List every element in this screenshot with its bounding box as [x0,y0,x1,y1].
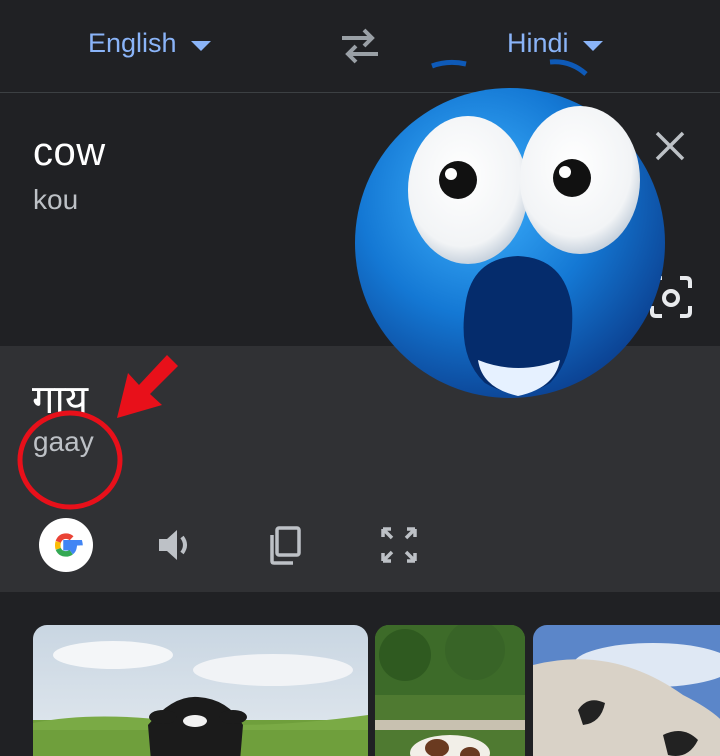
image-results [0,593,720,756]
chevron-down-icon [190,40,211,51]
fullscreen-button[interactable] [372,518,426,572]
source-language-selector[interactable]: English [88,28,211,59]
copy-icon [270,526,301,565]
copy-button[interactable] [258,518,312,572]
output-actions [0,516,720,576]
translated-transliteration: gaay [33,426,94,457]
fullscreen-icon [381,527,417,563]
speaker-icon [159,530,187,560]
cow-photo [33,625,368,756]
target-language-selector[interactable]: Hindi [507,28,603,59]
translated-text: गाय [32,377,89,423]
source-transliteration: kou [33,184,79,215]
cow-image-1[interactable] [33,625,368,756]
source-text[interactable]: cow [33,130,106,175]
target-language-label: Hindi [507,28,569,58]
google-g-icon [55,533,83,557]
cow-image-3[interactable] [533,625,720,756]
chevron-down-icon [582,40,603,51]
listen-button[interactable] [148,518,202,572]
cow-photo [533,625,720,756]
google-search-button[interactable] [39,518,93,572]
cow-image-2[interactable] [375,625,525,756]
shocked-face-emoji [350,58,680,408]
source-language-label: English [88,28,177,58]
cow-photo [375,625,525,756]
